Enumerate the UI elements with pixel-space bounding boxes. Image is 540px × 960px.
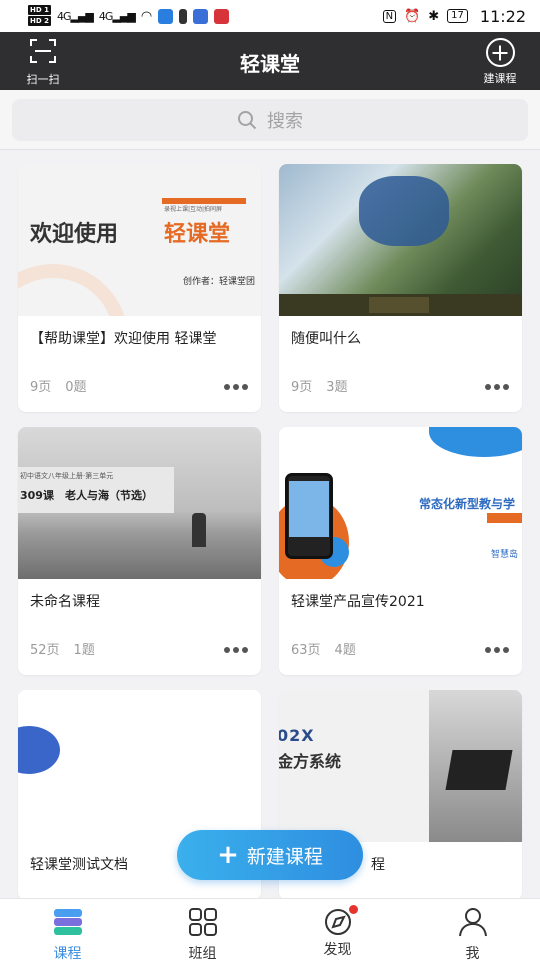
course-thumbnail: 初中语文八年级上册·第三单元 309课 老人与海（节选） bbox=[18, 427, 261, 579]
search-bar-container: 搜索 bbox=[0, 90, 540, 150]
add-circle-icon bbox=[485, 38, 515, 67]
course-questions: 0题 bbox=[65, 380, 87, 395]
course-thumbnail: 02X 金方系统 bbox=[279, 690, 522, 842]
course-card[interactable]: 初中语文八年级上册·第三单元 309课 老人与海（节选） 未命名课程 52页 1题 bbox=[18, 427, 261, 675]
course-card[interactable]: 常态化新型教与学 智慧岛 轻课堂产品宣传2021 63页 4题 bbox=[279, 427, 522, 675]
tab-me[interactable]: 我 bbox=[405, 899, 540, 960]
signal1-label: 4G bbox=[56, 9, 71, 23]
course-questions: 3题 bbox=[326, 380, 348, 395]
tab-label: 课程 bbox=[53, 946, 82, 960]
bluetooth-icon: ✱ bbox=[428, 8, 440, 24]
signal-icon: 4G▂▄▆ bbox=[56, 9, 94, 23]
thumb-brand-text: 轻课堂 bbox=[164, 222, 231, 247]
tab-label: 班组 bbox=[188, 946, 217, 960]
more-options-icon[interactable] bbox=[485, 384, 509, 390]
course-title: 轻课堂测试文档 bbox=[30, 857, 128, 873]
more-options-icon[interactable] bbox=[224, 647, 248, 653]
course-questions: 1题 bbox=[73, 643, 95, 658]
search-icon bbox=[238, 111, 257, 130]
more-options-icon[interactable] bbox=[485, 647, 509, 653]
course-pages: 63页 bbox=[291, 643, 321, 658]
thumb-welcome-text: 欢迎使用 bbox=[30, 222, 119, 247]
thumb-line1: 02X bbox=[279, 726, 315, 745]
new-course-label: 新建课程 bbox=[246, 845, 323, 868]
search-input[interactable]: 搜索 bbox=[12, 99, 528, 141]
alarm-icon: ⏰ bbox=[404, 8, 421, 24]
tab-groups[interactable]: 班组 bbox=[135, 899, 270, 960]
signal-icon: 4G▂▄▆ bbox=[98, 9, 136, 23]
clock: 11:22 bbox=[479, 6, 526, 26]
alert-app-icon bbox=[179, 8, 188, 24]
nfc-icon: N bbox=[382, 9, 397, 23]
person-icon bbox=[458, 908, 487, 937]
create-course-label: 建课程 bbox=[483, 72, 517, 85]
shield-app-icon bbox=[158, 8, 174, 24]
bottom-tab-bar: 课程 班组 发现 我 bbox=[0, 898, 540, 960]
course-card[interactable]: 随便叫什么 9页 3题 bbox=[279, 164, 522, 412]
course-title: 程 bbox=[371, 857, 385, 873]
wifi-icon: ◠ bbox=[140, 8, 153, 24]
app-header: 扫一扫 轻课堂 建课程 bbox=[0, 32, 540, 90]
course-meta: 63页 4题 bbox=[291, 639, 370, 658]
hd1-label: HD 1 bbox=[28, 5, 51, 15]
course-stack-icon bbox=[53, 909, 82, 935]
tab-courses[interactable]: 课程 bbox=[0, 899, 135, 960]
new-course-button[interactable]: + 新建课程 bbox=[177, 830, 363, 880]
thumb-caption-main: 309课 老人与海（节选） bbox=[20, 489, 153, 502]
plus-icon: + bbox=[217, 840, 239, 870]
status-bar: HD 1 HD 2 4G▂▄▆ 4G▂▄▆ ◠ N ⏰ ✱ 17 11:22 bbox=[0, 0, 540, 32]
battery-icon: 17 bbox=[447, 9, 468, 23]
tab-label: 我 bbox=[465, 946, 480, 960]
signal2-label: 4G bbox=[98, 9, 113, 23]
course-title: 随便叫什么 bbox=[291, 331, 361, 347]
network-hd-indicator: HD 1 HD 2 bbox=[28, 5, 51, 27]
search-app-icon bbox=[193, 8, 209, 24]
thumb-sub: 智慧岛 bbox=[491, 550, 519, 560]
thumb-caption-top: 初中语文八年级上册·第三单元 bbox=[20, 472, 114, 480]
course-title: 未命名课程 bbox=[30, 594, 100, 610]
course-meta: 52页 1题 bbox=[30, 639, 109, 658]
course-thumbnail: 常态化新型教与学 智慧岛 bbox=[279, 427, 522, 579]
course-thumbnail bbox=[18, 690, 261, 842]
course-questions: 4题 bbox=[334, 643, 356, 658]
notification-badge bbox=[348, 905, 358, 914]
course-pages: 9页 bbox=[30, 380, 52, 395]
bank-app-icon bbox=[214, 8, 230, 24]
search-placeholder: 搜索 bbox=[267, 111, 303, 132]
course-card[interactable]: 欢迎使用 录视上课|互动|拍同屏 轻课堂 创作者：轻课堂团 【帮助课堂】欢迎使用… bbox=[18, 164, 261, 412]
course-thumbnail: 欢迎使用 录视上课|互动|拍同屏 轻课堂 创作者：轻课堂团 bbox=[18, 164, 261, 316]
more-options-icon[interactable] bbox=[224, 384, 248, 390]
tab-discover[interactable]: 发现 bbox=[270, 899, 405, 960]
course-title: 轻课堂产品宣传2021 bbox=[291, 594, 425, 610]
grid-icon bbox=[188, 908, 217, 936]
course-meta: 9页 0题 bbox=[30, 376, 101, 395]
tab-label: 发现 bbox=[323, 942, 352, 958]
thumb-author: 创作者：轻课堂团 bbox=[183, 277, 256, 287]
hd2-label: HD 2 bbox=[28, 16, 51, 26]
thumb-tagline: 录视上课|互动|拍同屏 bbox=[164, 206, 223, 213]
course-meta: 9页 3题 bbox=[291, 376, 362, 395]
create-course-button[interactable]: 建课程 bbox=[476, 38, 524, 86]
course-thumbnail bbox=[279, 164, 522, 316]
page-title: 轻课堂 bbox=[240, 52, 300, 76]
course-title: 【帮助课堂】欢迎使用 轻课堂 bbox=[30, 331, 217, 347]
thumb-headline: 常态化新型教与学 bbox=[419, 497, 516, 511]
course-pages: 52页 bbox=[30, 643, 60, 658]
compass-icon bbox=[322, 905, 358, 937]
course-pages: 9页 bbox=[291, 380, 313, 395]
thumb-line2: 金方系统 bbox=[279, 752, 342, 771]
